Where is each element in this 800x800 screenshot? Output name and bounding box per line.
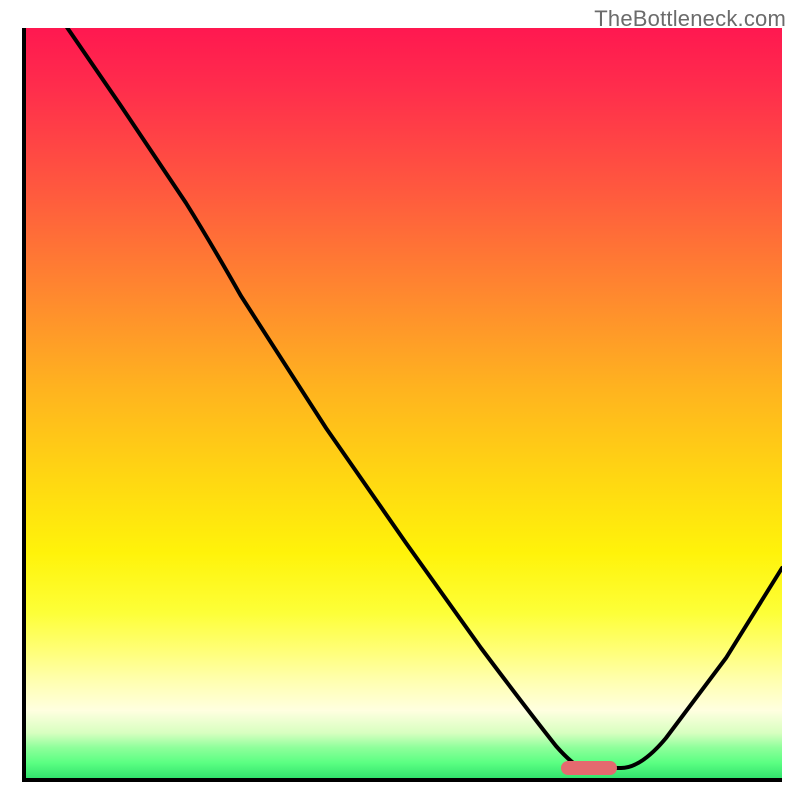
chart-plot-area	[22, 28, 782, 782]
bottleneck-curve-path	[64, 28, 782, 768]
watermark-text: TheBottleneck.com	[594, 6, 786, 32]
optimal-point-marker	[561, 761, 617, 775]
bottleneck-curve	[26, 28, 782, 778]
